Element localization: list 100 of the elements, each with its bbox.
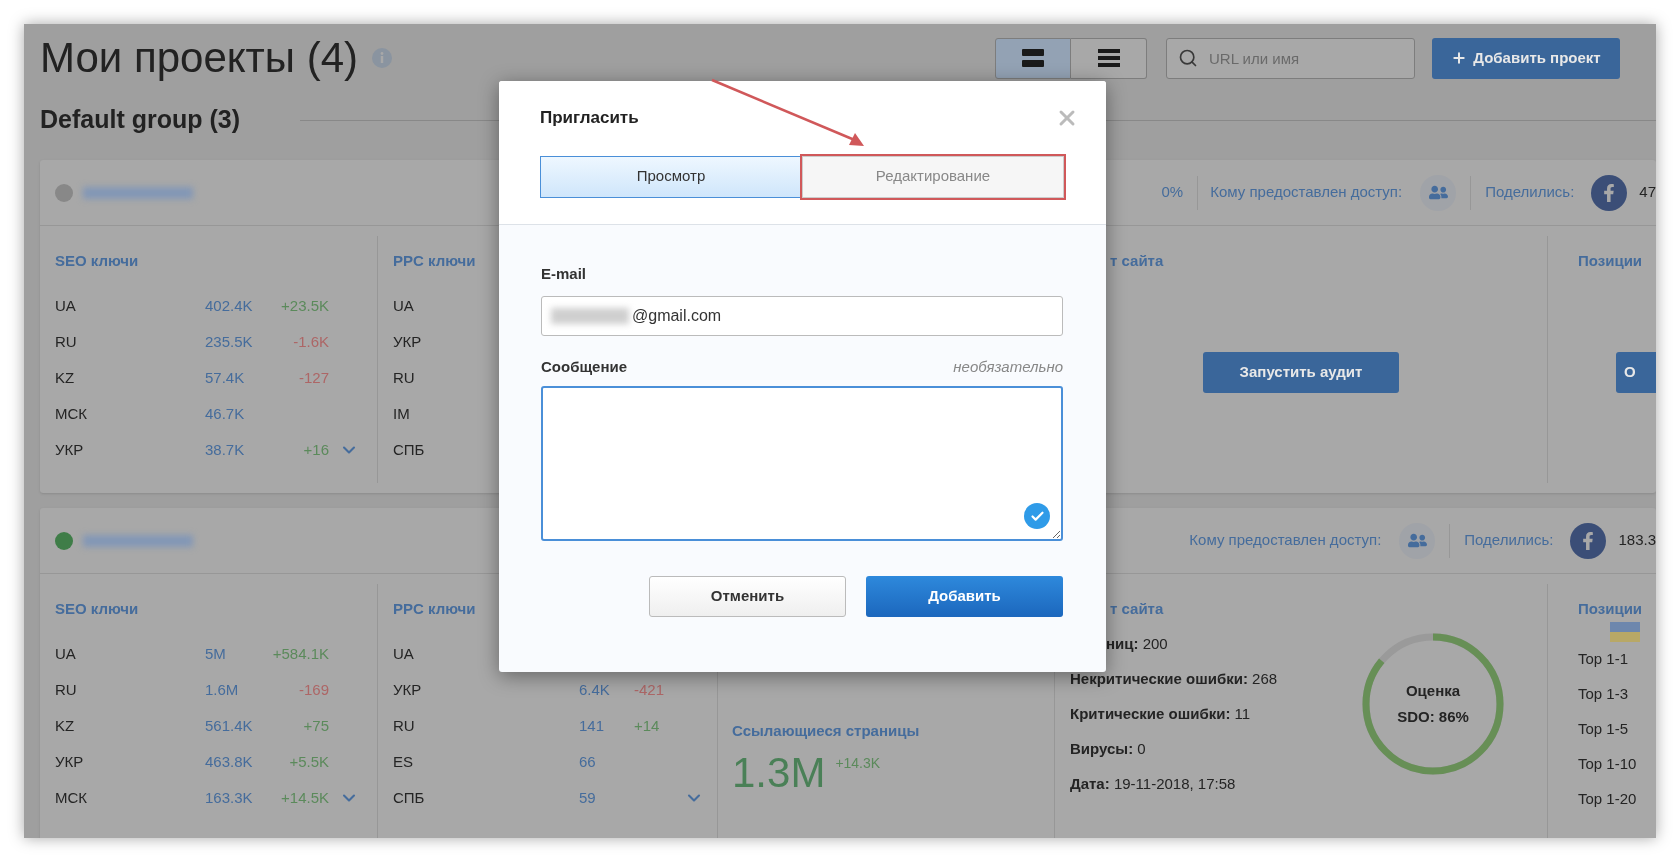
field-label: E-mail <box>541 264 587 284</box>
region-label: СПБ <box>393 439 425 460</box>
keyword-count: 235.5K <box>205 331 253 352</box>
region-label: UA <box>393 643 414 664</box>
email-field[interactable]: @gmail.com <box>541 295 1063 336</box>
keyword-change: +23.5K <box>281 295 329 316</box>
add-button[interactable]: Добавить <box>866 576 1063 617</box>
position-range: Top 1-10 <box>1578 754 1638 775</box>
page-title: Мои проекты (4) <box>40 37 359 79</box>
message-field[interactable] <box>541 386 1063 541</box>
keyword-count: 463.8K <box>205 751 253 772</box>
flag-icon <box>1610 622 1640 642</box>
cards-icon <box>1022 48 1044 68</box>
keyword-change: +14 <box>634 715 660 736</box>
keyword-count: 38.7K <box>205 439 245 460</box>
region-label: RU <box>55 679 77 700</box>
region-label: KZ <box>55 367 75 388</box>
position-range: Top 1-1 <box>1578 649 1630 670</box>
shared-label: Поделились: <box>1464 530 1554 551</box>
audit-stat: Вирусы: 0 <box>1070 739 1147 759</box>
keyword-count: 1.6M <box>205 679 239 700</box>
column-title: Ссылающиеся страницы <box>732 721 921 741</box>
keyword-count: 5M <box>205 643 226 664</box>
audit-stat: ниц: 200 <box>1105 634 1169 654</box>
progress-value: 0% <box>1161 182 1184 203</box>
region-label: IM <box>393 403 410 424</box>
optional-hint: необязательно <box>953 356 1063 377</box>
keyword-change: -1.6K <box>293 331 329 352</box>
permission-tab[interactable]: Редактирование <box>802 155 1064 198</box>
keyword-change: +14.5K <box>281 787 329 808</box>
backlinks-count: 1.3M <box>732 748 826 797</box>
keyword-count: 141 <box>579 715 605 736</box>
access-label: Кому предоставлен доступ: <box>1210 182 1403 203</box>
audit-stat: Критические ошибки: 11 <box>1070 704 1252 724</box>
region-label: RU <box>393 367 415 388</box>
score-label: Оценка <box>1405 680 1461 701</box>
column-title: Позиции <box>1578 599 1644 619</box>
cancel-button[interactable]: Отменить <box>649 576 846 617</box>
keyword-change: -421 <box>634 679 665 700</box>
backlinks-change: +14.3K <box>835 753 881 773</box>
dialog-title: Пригласить <box>540 107 639 129</box>
position-range: Top 1-20 <box>1578 789 1638 810</box>
add-project-button[interactable]: Добавить проект <box>1432 37 1620 79</box>
column-title: Позиции <box>1578 251 1644 271</box>
shared-label: Поделились: <box>1485 182 1575 203</box>
region-label: ES <box>393 751 413 772</box>
column-title: т сайта <box>1109 599 1165 619</box>
column-title: т сайта <box>1109 251 1165 271</box>
region-label: UA <box>393 295 414 316</box>
region-label: МСК <box>55 787 88 808</box>
region-label: СПБ <box>393 787 425 808</box>
keyword-count: 59 <box>579 787 596 808</box>
keyword-count: 57.4K <box>205 367 245 388</box>
score-value: SDO: 86% <box>1397 707 1469 727</box>
position-range: Top 1-5 <box>1578 719 1630 740</box>
facebook-icon[interactable] <box>1570 522 1607 559</box>
region-label: УКР <box>393 331 422 352</box>
keyword-change: +16 <box>303 439 329 460</box>
keyword-change: +75 <box>303 715 329 736</box>
run-audit-button[interactable]: Запустить аудит <box>1203 352 1399 393</box>
region-label: KZ <box>55 715 75 736</box>
region-label: UA <box>55 295 76 316</box>
audit-stat: Дата: 19-11-2018, 17:58 <box>1070 774 1237 794</box>
region-label: МСК <box>55 403 88 424</box>
group-title: Default group (3) <box>40 104 240 136</box>
keyword-change: +5.5K <box>289 751 329 772</box>
keyword-count: 163.3K <box>205 787 253 808</box>
column-title: SEO ключи <box>55 251 140 271</box>
keyword-count: 66 <box>579 751 596 772</box>
column-title: SEO ключи <box>55 599 140 619</box>
menu-icon <box>1097 49 1120 67</box>
keyword-change: -127 <box>298 367 329 388</box>
region-label: UA <box>55 643 76 664</box>
position-range: Top 1-3 <box>1578 684 1630 705</box>
keyword-count: 6.4K <box>579 679 610 700</box>
region-label: УКР <box>393 679 422 700</box>
keyword-count: 561.4K <box>205 715 253 736</box>
region-label: УКР <box>55 751 84 772</box>
access-label: Кому предоставлен доступ: <box>1189 530 1382 551</box>
keyword-count: 46.7K <box>205 403 245 424</box>
share-count: 47 <box>1639 182 1656 203</box>
search-field[interactable]: URL или имя <box>1166 37 1415 79</box>
positions-button[interactable]: О <box>1616 352 1656 393</box>
keyword-count: 402.4K <box>205 295 253 316</box>
column-title: PPC ключи <box>393 599 477 619</box>
share-count: 183.3 <box>1618 530 1656 551</box>
region-label: RU <box>55 331 77 352</box>
audit-stat: Некритические ошибки: 268 <box>1070 669 1279 689</box>
column-title: PPC ключи <box>393 251 477 271</box>
keyword-change: -169 <box>298 679 329 700</box>
search-icon <box>1178 47 1198 68</box>
region-label: УКР <box>55 439 84 460</box>
facebook-icon[interactable] <box>1591 174 1628 211</box>
field-label: Сообщение <box>541 356 628 377</box>
list-view-button[interactable] <box>1071 37 1147 79</box>
region-label: RU <box>393 715 415 736</box>
card-view-button[interactable] <box>995 37 1071 79</box>
info-icon[interactable] <box>372 48 393 68</box>
permission-tab[interactable]: Просмотр <box>540 155 802 198</box>
keyword-change: +584.1K <box>272 643 329 664</box>
